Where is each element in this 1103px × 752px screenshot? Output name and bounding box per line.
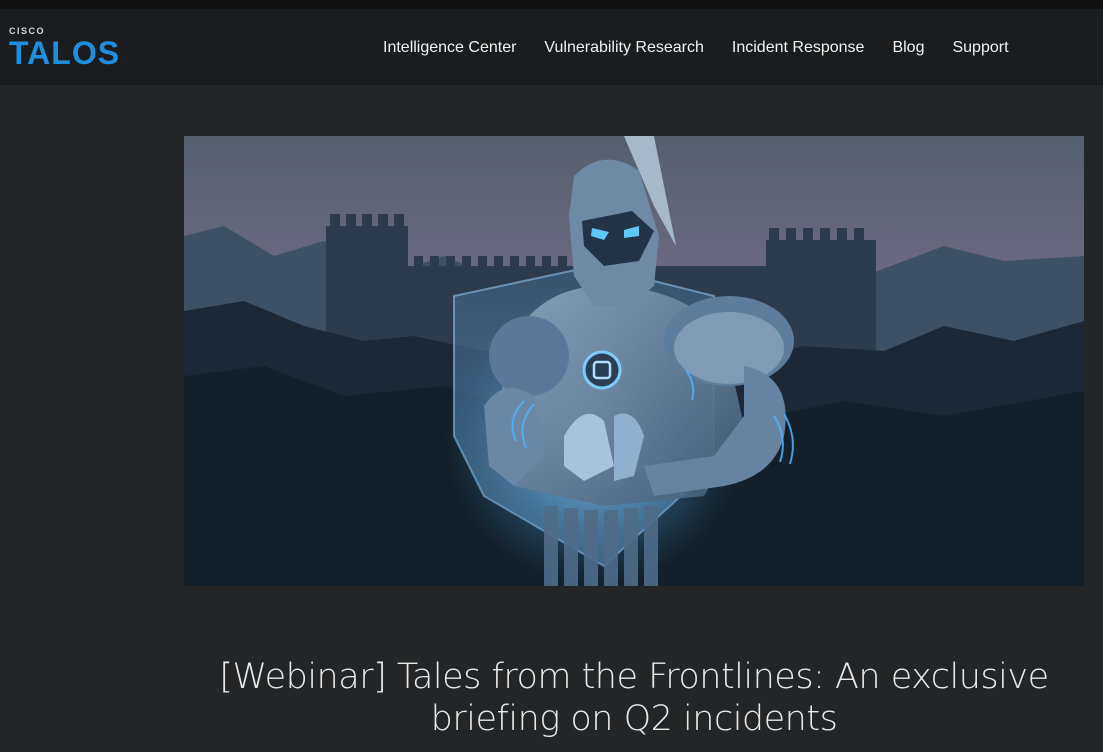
nav-incident-response[interactable]: Incident Response [732,37,865,59]
nav-support[interactable]: Support [952,37,1008,59]
armored-knight-illustration-icon [184,136,1084,586]
talos-logo[interactable]: CISCO TALOS [9,26,134,72]
nav-intelligence-center[interactable]: Intelligence Center [383,37,516,59]
hero-image [184,136,1084,586]
nav-vulnerability-research[interactable]: Vulnerability Research [544,37,703,59]
logo-talos-text: TALOS [9,35,121,71]
site-header: CISCO TALOS Intelligence Center Vulnerab… [0,9,1103,85]
main-nav: Intelligence Center Vulnerability Resear… [383,37,1009,59]
top-strip [0,0,1103,9]
nav-blog[interactable]: Blog [892,37,924,59]
article-title[interactable]: [Webinar] Tales from the Frontlines: An … [184,656,1084,740]
